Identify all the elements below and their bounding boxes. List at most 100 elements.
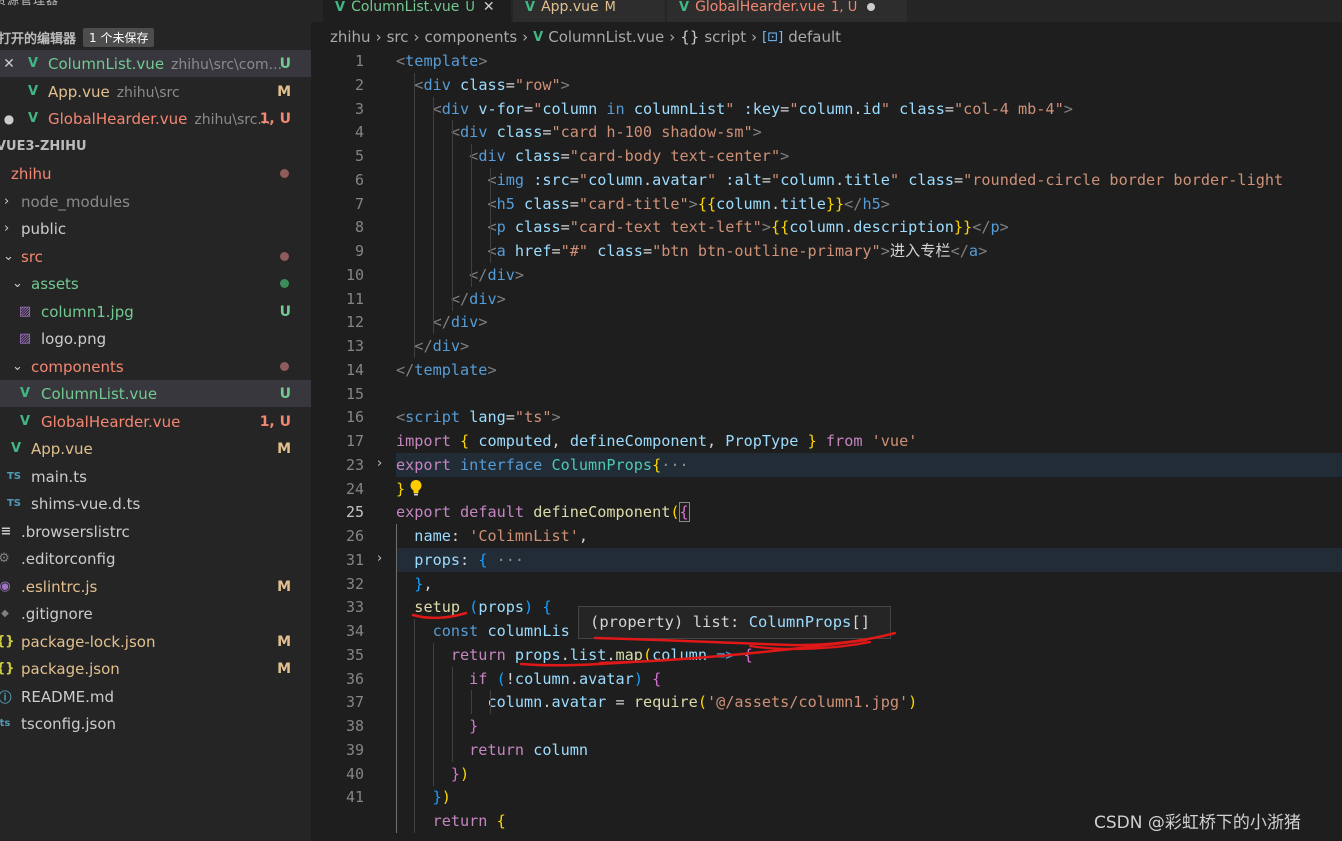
- line-number[interactable]: 16: [311, 405, 371, 429]
- line-number[interactable]: 8: [311, 215, 371, 239]
- tree-file-editorconfig[interactable]: ⚙ .editorconfig: [0, 545, 311, 572]
- code-line[interactable]: return props.list.map(column => {: [396, 643, 1342, 667]
- breadcrumb-file[interactable]: ColumnList.vue: [548, 28, 664, 46]
- code-line[interactable]: }: [396, 714, 1342, 738]
- open-editor-columnlist[interactable]: ✕ V ColumnList.vue zhihu\src\com... U: [0, 50, 311, 77]
- line-number[interactable]: 39: [311, 738, 371, 762]
- code-line[interactable]: </div>: [396, 334, 1342, 358]
- code-line[interactable]: column.avatar = require('@/assets/column…: [396, 690, 1342, 714]
- line-number[interactable]: 9: [311, 239, 371, 263]
- tree-folder-public[interactable]: › public: [0, 215, 311, 242]
- tree-file-globalheader-vue[interactable]: V GlobalHearder.vue 1, U: [0, 408, 311, 435]
- tree-file-readme[interactable]: ⓘ README.md: [0, 683, 311, 710]
- line-number[interactable]: 15: [311, 382, 371, 406]
- breadcrumb-symbol[interactable]: default: [788, 28, 841, 46]
- code-line[interactable]: <div class="card-body text-center">: [396, 144, 1342, 168]
- line-number[interactable]: 7: [311, 192, 371, 216]
- code-line[interactable]: <h5 class="card-title">{{column.title}}<…: [396, 192, 1342, 216]
- unsaved-dot-icon[interactable]: ●: [2, 112, 16, 126]
- tree-file-gitignore[interactable]: ◆ .gitignore: [0, 600, 311, 627]
- tree-folder-src[interactable]: ⌄ src: [0, 243, 311, 270]
- tree-file-eslintrc[interactable]: ◉ .eslintrc.js M: [0, 573, 311, 600]
- code-line[interactable]: <div class="row">: [396, 73, 1342, 97]
- close-icon[interactable]: ✕: [483, 0, 495, 15]
- line-number[interactable]: 14: [311, 358, 371, 382]
- code-line[interactable]: return column: [396, 738, 1342, 762]
- tree-file-columnlist-vue[interactable]: V ColumnList.vue U: [0, 380, 311, 407]
- line-number[interactable]: 36: [311, 667, 371, 691]
- code-line[interactable]: </div>: [396, 263, 1342, 287]
- code-line[interactable]: name: 'ColimnList',: [396, 524, 1342, 548]
- line-number[interactable]: 33: [311, 595, 371, 619]
- tree-file-tsconfig[interactable]: ts tsconfig.json: [0, 710, 311, 737]
- tree-file-package-json[interactable]: {} package.json M: [0, 655, 311, 682]
- line-number[interactable]: 10: [311, 263, 371, 287]
- line-number[interactable]: 5: [311, 144, 371, 168]
- fold-chevron-icon[interactable]: ›: [377, 456, 382, 471]
- tab-columnlist[interactable]: V ColumnList.vue U ✕: [323, 0, 511, 22]
- tree-folder-node-modules[interactable]: › node_modules: [0, 188, 311, 215]
- tree-file-browserslistrc[interactable]: ≡ .browserslistrc: [0, 518, 311, 545]
- line-number[interactable]: 41: [311, 785, 371, 809]
- line-number[interactable]: 17: [311, 429, 371, 453]
- code-line[interactable]: <div class="card h-100 shadow-sm">: [396, 120, 1342, 144]
- line-number[interactable]: 1: [311, 49, 371, 73]
- open-editor-app[interactable]: V App.vue zhihu\src M: [0, 78, 311, 105]
- breadcrumb-item[interactable]: src: [387, 28, 409, 46]
- line-number[interactable]: 26: [311, 524, 371, 548]
- tree-folder-zhihu[interactable]: zhihu: [0, 160, 311, 187]
- code-line[interactable]: <p class="card-text text-left">{{column.…: [396, 215, 1342, 239]
- tree-file-column1-jpg[interactable]: ▨ column1.jpg U: [0, 298, 311, 325]
- code-line-current[interactable]: export default defineComponent({: [396, 500, 1342, 524]
- code-line[interactable]: }): [396, 762, 1342, 786]
- code-line[interactable]: <a href="#" class="btn btn-outline-prima…: [396, 239, 1342, 263]
- breadcrumb-item[interactable]: zhihu: [330, 28, 371, 46]
- line-number[interactable]: 38: [311, 714, 371, 738]
- code-line[interactable]: }): [396, 785, 1342, 809]
- open-editor-globalheader[interactable]: ● V GlobalHearder.vue zhihu\src... 1, U: [0, 105, 311, 132]
- tree-folder-components[interactable]: ⌄ components: [0, 353, 311, 380]
- project-header[interactable]: VUE3-ZHIHU: [0, 135, 307, 157]
- code-line[interactable]: <script lang="ts">: [396, 405, 1342, 429]
- line-number[interactable]: 32: [311, 572, 371, 596]
- tree-file-logo-png[interactable]: ▨ logo.png: [0, 325, 311, 352]
- fold-chevron-icon[interactable]: ›: [377, 551, 382, 566]
- line-number[interactable]: 6: [311, 168, 371, 192]
- breadcrumb-item[interactable]: components: [424, 28, 517, 46]
- tab-app[interactable]: V App.vue M: [513, 0, 665, 22]
- line-number-current[interactable]: 25: [311, 500, 371, 524]
- code-line[interactable]: <img :src="column.avatar" :alt="column.t…: [396, 168, 1342, 192]
- open-editors-header[interactable]: 打开的编辑器 1 个未保存: [0, 26, 309, 48]
- line-number[interactable]: 13: [311, 334, 371, 358]
- line-number[interactable]: 23: [311, 453, 371, 477]
- line-number[interactable]: 35: [311, 643, 371, 667]
- code-line[interactable]: [396, 382, 1342, 406]
- tree-file-main-ts[interactable]: TS main.ts: [0, 463, 311, 490]
- line-number[interactable]: 12: [311, 310, 371, 334]
- tab-globalheader[interactable]: V GlobalHearder.vue 1, U: [667, 0, 907, 22]
- code-line[interactable]: import { computed, defineComponent, Prop…: [396, 429, 1342, 453]
- line-number[interactable]: 2: [311, 73, 371, 97]
- line-number[interactable]: 3: [311, 97, 371, 121]
- code-line[interactable]: },: [396, 572, 1342, 596]
- code-line[interactable]: </template>: [396, 358, 1342, 382]
- line-number[interactable]: 11: [311, 287, 371, 311]
- code-line[interactable]: </div>: [396, 310, 1342, 334]
- code-line[interactable]: </div>: [396, 287, 1342, 311]
- lightbulb-icon[interactable]: [409, 479, 423, 497]
- code-line-folded[interactable]: export interface ColumnProps{···: [396, 453, 1342, 477]
- code-line[interactable]: }: [396, 477, 1342, 501]
- code-line[interactable]: if (!column.avatar) {: [396, 667, 1342, 691]
- tree-file-shims-vue[interactable]: TS shims-vue.d.ts: [0, 490, 311, 517]
- line-number[interactable]: 4: [311, 120, 371, 144]
- tree-file-package-lock[interactable]: {} package-lock.json M: [0, 628, 311, 655]
- more-actions-icon[interactable]: ···: [272, 0, 291, 6]
- tree-file-app-vue[interactable]: V App.vue M: [0, 435, 311, 462]
- code-line-folded[interactable]: props: { ···: [396, 548, 1342, 572]
- code-line[interactable]: <div v-for="column in columnList" :key="…: [396, 97, 1342, 121]
- unsaved-dot-icon[interactable]: [867, 3, 876, 11]
- line-number[interactable]: 31: [311, 548, 371, 572]
- line-number[interactable]: 37: [311, 690, 371, 714]
- code-line[interactable]: <template>: [396, 49, 1342, 73]
- line-number[interactable]: 34: [311, 619, 371, 643]
